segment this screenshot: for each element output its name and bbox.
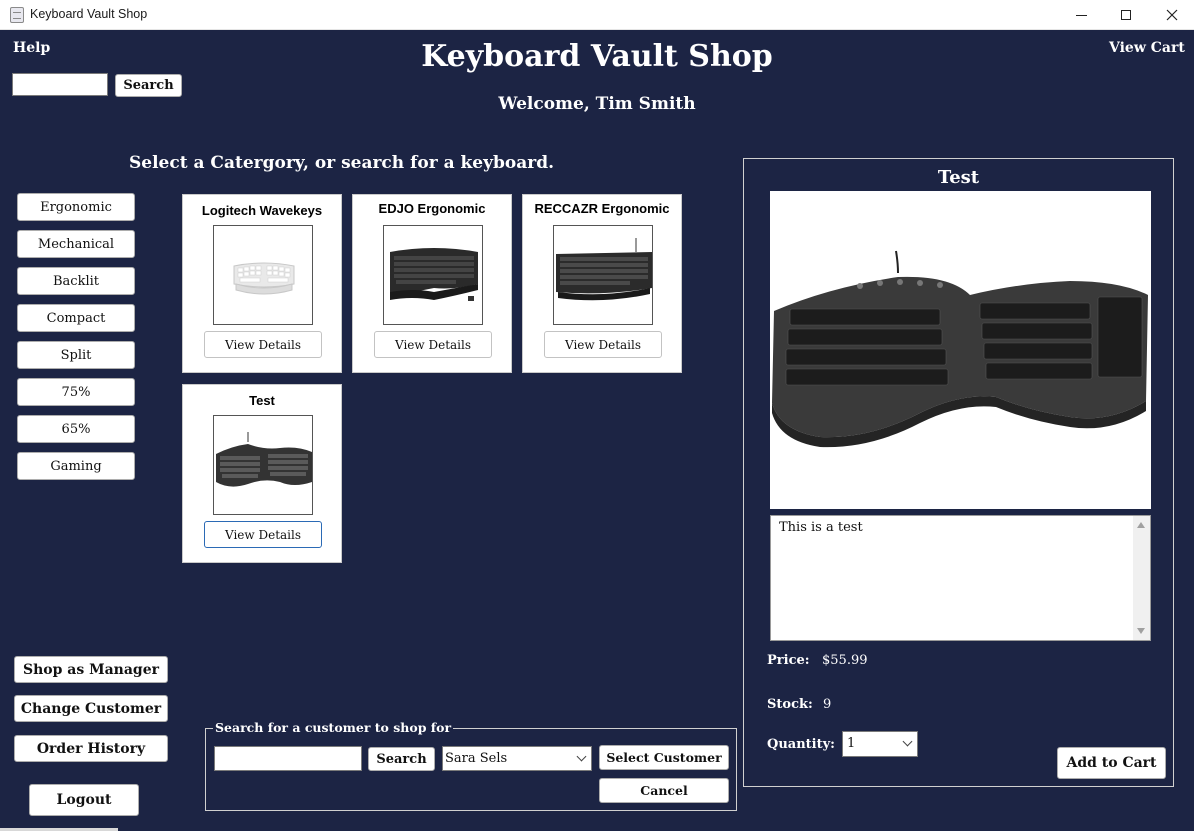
- logout-button[interactable]: Logout: [29, 784, 139, 816]
- category-gaming-button[interactable]: Gaming: [17, 452, 135, 480]
- welcome-message: Welcome, Tim Smith: [498, 94, 696, 114]
- keyboard-search-input[interactable]: [12, 73, 108, 96]
- category-backlit-button[interactable]: Backlit: [17, 267, 135, 295]
- description-textarea[interactable]: This is a test: [770, 515, 1151, 641]
- chevron-down-icon: [576, 751, 587, 762]
- select-customer-button[interactable]: Select Customer: [599, 745, 729, 770]
- product-card: Test View Details: [182, 384, 342, 563]
- customer-search-legend: Search for a customer to shop for: [213, 720, 454, 735]
- maximize-button[interactable]: [1103, 0, 1149, 30]
- product-image: [213, 415, 313, 515]
- stock-label: Stock:: [767, 697, 813, 712]
- window-titlebar: Keyboard Vault Shop: [0, 0, 1194, 30]
- chevron-down-icon: [902, 736, 913, 747]
- minimize-button[interactable]: [1058, 0, 1104, 30]
- close-button[interactable]: [1149, 0, 1194, 30]
- product-card: RECCAZR Ergonomic View Details: [522, 194, 682, 373]
- split-ergonomic-keyboard-image: [216, 432, 312, 487]
- quantity-select[interactable]: 1: [842, 731, 918, 757]
- order-history-button[interactable]: Order History: [14, 735, 168, 762]
- product-name: Logitech Wavekeys: [201, 203, 323, 218]
- category-ergonomic-button[interactable]: Ergonomic: [17, 193, 135, 221]
- quantity-label: Quantity:: [767, 737, 835, 752]
- maximize-icon: [1121, 10, 1131, 20]
- category-65-button[interactable]: 65%: [17, 415, 135, 443]
- price-value: $55.99: [822, 653, 868, 668]
- shop-as-manager-button[interactable]: Shop as Manager: [14, 656, 168, 683]
- scroll-down-icon[interactable]: [1137, 628, 1145, 634]
- view-details-button[interactable]: View Details: [544, 331, 662, 358]
- black-keyboard-image: [556, 238, 652, 301]
- cancel-button[interactable]: Cancel: [599, 778, 729, 803]
- add-to-cart-button[interactable]: Add to Cart: [1057, 747, 1166, 779]
- product-image: [383, 225, 483, 325]
- price-label: Price:: [767, 653, 810, 668]
- detail-product-image: [770, 191, 1151, 509]
- customer-search-button[interactable]: Search: [368, 747, 435, 771]
- product-image: [553, 225, 653, 325]
- product-image: [213, 225, 313, 325]
- category-compact-button[interactable]: Compact: [17, 304, 135, 332]
- stock-value: 9: [823, 697, 832, 712]
- product-detail-panel: Test This is a test Price: $55.99 Stock:…: [743, 158, 1174, 787]
- detail-title: Test: [937, 167, 980, 188]
- window-title: Keyboard Vault Shop: [30, 7, 148, 21]
- category-mechanical-button[interactable]: Mechanical: [17, 230, 135, 258]
- description-scrollbar[interactable]: [1133, 516, 1150, 640]
- product-card: EDJO Ergonomic View Details: [352, 194, 512, 373]
- category-75-button[interactable]: 75%: [17, 378, 135, 406]
- category-split-button[interactable]: Split: [17, 341, 135, 369]
- product-name: RECCAZR Ergonomic: [534, 201, 670, 216]
- customer-select-value: Sara Sels: [445, 751, 508, 766]
- view-details-button[interactable]: View Details: [374, 331, 492, 358]
- view-details-button[interactable]: View Details: [204, 521, 322, 548]
- customer-search-input[interactable]: [214, 746, 362, 771]
- description-text: This is a test: [779, 520, 863, 535]
- change-customer-button[interactable]: Change Customer: [14, 695, 168, 722]
- main-window: Help View Cart Search Keyboard Vault Sho…: [0, 30, 1194, 831]
- product-name: Test: [249, 393, 275, 408]
- close-icon: [1166, 9, 1178, 21]
- view-details-button[interactable]: View Details: [204, 331, 322, 358]
- minimize-icon: [1075, 14, 1087, 16]
- customer-select[interactable]: Sara Sels: [442, 746, 592, 771]
- black-ergonomic-keyboard-image: [390, 248, 478, 301]
- product-name: EDJO Ergonomic: [378, 201, 486, 216]
- category-prompt: Select a Catergory, or search for a keyb…: [129, 153, 554, 173]
- product-card: Logitech Wavekeys View Details: [182, 194, 342, 373]
- scroll-up-icon[interactable]: [1137, 522, 1145, 528]
- quantity-value: 1: [847, 736, 856, 751]
- page-title: Keyboard Vault Shop: [421, 39, 773, 74]
- white-keyboard-image: [233, 262, 295, 295]
- customer-search-group: Search for a customer to shop for Search…: [205, 720, 737, 811]
- app-icon: [10, 7, 24, 23]
- split-ergonomic-keyboard-image: [772, 250, 1148, 448]
